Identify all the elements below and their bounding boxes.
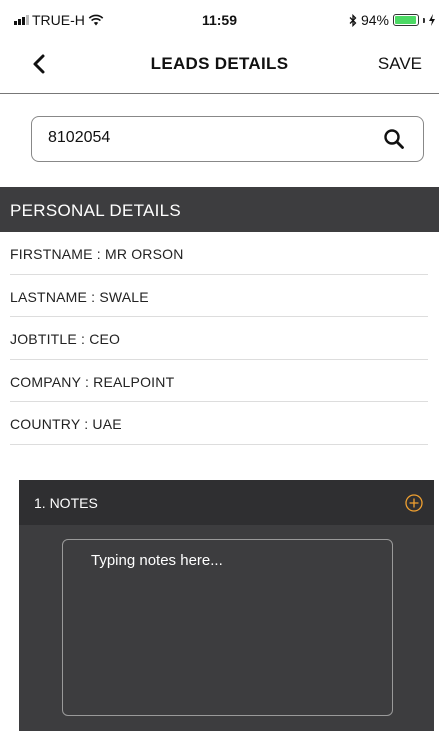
charging-icon [429,14,435,26]
company-row: COMPANY : REALPOINT [10,360,428,402]
battery-tip [423,17,425,23]
notes-textarea[interactable] [62,539,393,716]
save-button[interactable]: SAVE [378,54,422,74]
page-title: LEADS DETAILS [150,54,289,73]
search-box[interactable] [31,116,424,162]
firstname-row: FIRSTNAME : MR ORSON [10,232,428,275]
notes-header: 1. NOTES [19,480,434,525]
battery-percent: 94% [360,12,389,28]
add-circle-icon[interactable] [404,493,424,513]
search-input[interactable] [48,129,348,147]
jobtitle-row: JOBTITLE : CEO [10,317,428,360]
battery-group: 94% [349,12,435,28]
lastname-row: LASTNAME : SWALE [10,275,428,317]
status-bar: TRUE-H 11:59 94% [0,0,439,40]
bluetooth-icon [349,13,357,27]
battery-icon [393,14,419,26]
personal-details-header: PERSONAL DETAILS [0,187,439,232]
notes-panel: 1. NOTES [19,480,434,731]
notes-title: 1. NOTES [34,495,98,511]
personal-details-list: FIRSTNAME : MR ORSON LASTNAME : SWALE JO… [10,232,428,445]
country-row: COUNTRY : UAE [10,402,428,445]
battery-level [395,16,416,24]
search-icon[interactable] [383,128,405,150]
nav-bar: LEADS DETAILS SAVE [0,40,439,94]
